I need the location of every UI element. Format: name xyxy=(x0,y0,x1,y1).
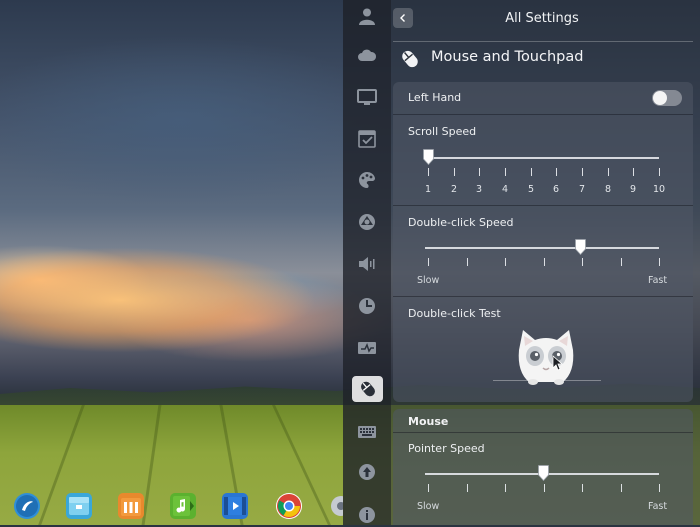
slider-tick xyxy=(582,484,583,492)
cloud-sync-icon[interactable] xyxy=(355,43,379,67)
slider-tick xyxy=(582,168,583,176)
slider-tick xyxy=(621,258,622,266)
slider-tick xyxy=(544,258,545,266)
slider-tick xyxy=(544,484,545,492)
launcher-icon[interactable] xyxy=(14,493,40,519)
left-hand-toggle[interactable] xyxy=(652,90,682,106)
section-header: Mouse and Touchpad xyxy=(391,44,700,74)
slider-tick xyxy=(505,258,506,266)
settings-sidebar xyxy=(343,0,391,525)
slider-handle[interactable] xyxy=(575,239,586,255)
section-title: Mouse and Touchpad xyxy=(431,49,584,65)
pointer-speed-label: Pointer Speed xyxy=(408,442,485,455)
slider-tick xyxy=(633,168,634,176)
page-title: All Settings xyxy=(505,11,579,26)
slider-tick xyxy=(505,168,506,176)
row-divider xyxy=(393,432,693,433)
slider-tick-label: 2 xyxy=(450,184,458,195)
slider-tick-label: 8 xyxy=(604,184,612,195)
slider-tick-label: 10 xyxy=(652,184,666,195)
double-click-slow-label: Slow xyxy=(417,275,440,286)
mouse-section-heading: Mouse xyxy=(408,415,449,428)
slider-tick xyxy=(428,484,429,492)
slider-tick xyxy=(467,258,468,266)
slider-tick-label: 5 xyxy=(527,184,535,195)
slider-tick xyxy=(556,168,557,176)
chrome-icon[interactable] xyxy=(276,493,302,519)
slider-tick-label: 1 xyxy=(424,184,432,195)
slider-tick xyxy=(659,258,660,266)
row-divider xyxy=(393,205,693,206)
network-icon[interactable] xyxy=(355,210,379,234)
video-icon[interactable] xyxy=(222,493,248,519)
display-icon[interactable] xyxy=(355,85,379,109)
default-apps-icon[interactable] xyxy=(355,127,379,151)
slider-tick xyxy=(479,168,480,176)
personalization-icon[interactable] xyxy=(355,168,379,192)
mouse-icon[interactable] xyxy=(352,376,383,402)
header-divider xyxy=(393,41,693,42)
slider-tick-label: 3 xyxy=(475,184,483,195)
scroll-speed-label: Scroll Speed xyxy=(408,125,477,138)
mouse-icon xyxy=(399,48,421,70)
slider-tick xyxy=(659,484,660,492)
left-hand-label: Left Hand xyxy=(408,91,462,104)
slider-tick xyxy=(505,484,506,492)
slider-tick-label: 7 xyxy=(578,184,586,195)
settings-icon[interactable] xyxy=(328,493,351,519)
slider-tick xyxy=(582,258,583,266)
account-icon[interactable] xyxy=(355,4,379,28)
slider-handle[interactable] xyxy=(538,465,549,481)
update-icon[interactable] xyxy=(355,460,379,484)
info-icon[interactable] xyxy=(355,503,379,527)
slider-tick-label: 6 xyxy=(552,184,560,195)
power-icon[interactable] xyxy=(355,336,379,360)
settings-header: All Settings xyxy=(391,0,700,42)
pointer-fast-label: Fast xyxy=(648,501,668,512)
slider-tick xyxy=(621,484,622,492)
slider-tick xyxy=(454,168,455,176)
slider-tick-label: 9 xyxy=(629,184,637,195)
cat-mascot-icon xyxy=(518,330,574,385)
slider-track[interactable] xyxy=(425,247,659,249)
keyboard-icon[interactable] xyxy=(355,420,379,444)
slider-tick xyxy=(608,168,609,176)
slider-tick xyxy=(428,168,429,176)
slider-track[interactable] xyxy=(425,157,659,159)
double-click-fast-label: Fast xyxy=(648,275,668,286)
app-store-icon[interactable] xyxy=(118,493,144,519)
toggle-knob xyxy=(653,91,667,105)
file-manager-icon[interactable] xyxy=(66,493,92,519)
music-icon[interactable] xyxy=(170,493,196,519)
settings-content: All Settings Mouse and Touchpad Left Han… xyxy=(391,0,700,525)
pointer-slow-label: Slow xyxy=(417,501,440,512)
row-divider xyxy=(393,114,693,115)
double-click-test-label: Double-click Test xyxy=(408,307,501,320)
slider-tick xyxy=(428,258,429,266)
sound-icon[interactable] xyxy=(355,252,379,276)
double-click-test-area[interactable] xyxy=(515,328,577,388)
double-click-speed-label: Double-click Speed xyxy=(408,216,514,229)
slider-tick-label: 4 xyxy=(501,184,509,195)
time-icon[interactable] xyxy=(355,294,379,318)
slider-tick xyxy=(531,168,532,176)
row-divider xyxy=(393,296,693,297)
dock xyxy=(0,487,351,525)
slider-handle[interactable] xyxy=(423,149,434,165)
slider-tick xyxy=(659,168,660,176)
slider-tick xyxy=(467,484,468,492)
